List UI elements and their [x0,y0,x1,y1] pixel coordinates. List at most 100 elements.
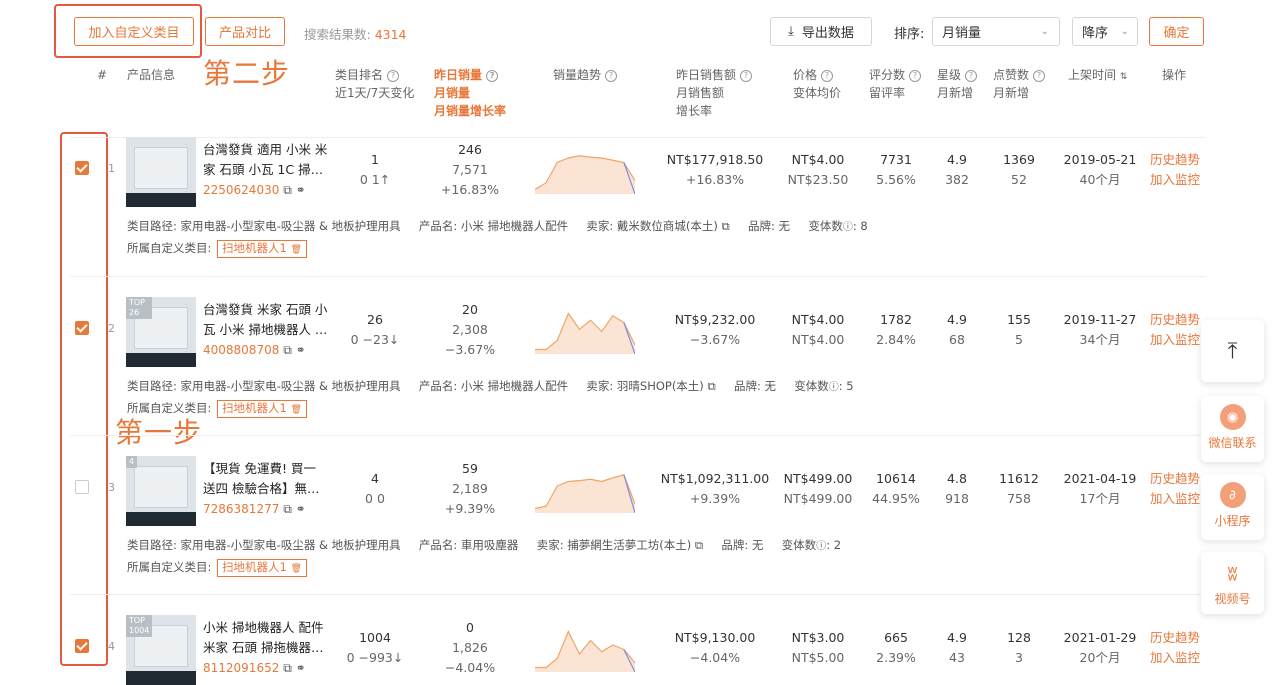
external-link-icon[interactable]: ⧉ [722,219,730,233]
sort-select[interactable]: 月销量 ⌄ [932,17,1060,46]
help-icon[interactable]: ⓘ [816,541,826,552]
col-listed[interactable]: 上架时间 ⇅ [1068,66,1127,86]
col-price: 价格? 变体均价 [793,68,842,100]
sales-cell: 20 2,308 −3.67% [444,302,496,357]
product-title[interactable]: 台灣發貨 適用 小米 米家 石頭 小瓦 1C 掃… [203,140,328,180]
category-rank: 26 0 −23↓ [350,312,400,347]
revenue-cell: NT$177,918.50 +16.83% [666,152,764,187]
listed-cell: 2019-11-27 34个月 [1063,312,1137,347]
product-id-link[interactable]: 4008808708 ⧉ ⚭ [203,343,306,358]
col-ops: 操作 [1162,68,1187,82]
revenue-cell: NT$1,092,311.00 +9.39% [660,471,770,506]
product-thumbnail[interactable] [126,137,196,207]
listed-cell: 2021-04-19 17个月 [1063,471,1137,506]
row-checkbox[interactable] [75,321,89,335]
sales-trend-sparkline[interactable] [535,144,635,194]
price-cell: NT$4.00 NT$4.00 [791,312,845,347]
help-icon[interactable]: ? [486,69,499,82]
add-monitor-link[interactable]: 加入监控 [1150,648,1200,668]
video-channel-button[interactable]: ʬ 视频号 [1201,552,1264,614]
help-icon[interactable]: ? [387,69,400,82]
revenue-cell: NT$9,232.00 −3.67% [674,312,756,347]
history-trend-link[interactable]: 历史趋势 [1150,628,1200,648]
help-icon[interactable]: ? [821,69,834,82]
custom-category-tag[interactable]: 扫地机器人1 🗑 [217,559,307,577]
product-title[interactable]: 【現貨 免運費! 買一送四 檢驗合格】無… [203,459,328,499]
product-thumbnail[interactable]: TOP 1004 [126,615,196,685]
ratings-cell: 7731 5.56% [876,152,916,187]
category-rank: 1004 0 −993↓ [346,630,404,665]
sales-cell: 246 7,571 +16.83% [440,142,500,197]
order-select[interactable]: 降序 ⌄ [1072,17,1138,46]
help-icon[interactable]: ⓘ [843,222,853,233]
help-icon[interactable]: ? [740,69,753,82]
product-details: 类目路径: 家用电器-小型家电-吸尘器 & 地板护理用具 产品名: 車用吸塵器 … [127,538,842,552]
link-icon[interactable]: ⚭ [296,661,306,675]
product-title[interactable]: 小米 掃地機器人 配件 米家 石頭 掃拖機器… [203,618,328,658]
sort-icon[interactable]: ⇅ [1120,72,1128,82]
product-thumbnail[interactable]: 4 [126,456,196,526]
sales-trend-sparkline[interactable] [535,622,635,672]
external-link-icon[interactable]: ⧉ [283,183,292,197]
sales-trend-sparkline[interactable] [535,463,635,513]
result-count: 4314 [374,27,407,42]
mini-program-button[interactable]: ∂ 小程序 [1201,474,1264,540]
custom-category-tag[interactable]: 扫地机器人1 🗑 [217,400,307,418]
ratings-cell: 665 2.39% [876,630,916,665]
external-link-icon[interactable]: ⧉ [707,379,715,393]
custom-category-row: 所属自定义类目: 扫地机器人1 🗑 [127,559,307,577]
likes-cell: 1369 52 [1003,152,1035,187]
help-icon[interactable]: ? [965,69,978,82]
product-thumbnail[interactable]: TOP 26 [126,297,196,367]
price-cell: NT$4.00 NT$23.50 [787,152,849,187]
row-number: 4 [108,640,115,653]
chevron-down-icon: ⌄ [1040,26,1049,37]
wechat-button[interactable]: ◉ 微信联系 [1201,396,1264,462]
col-cat-rank: 类目排名? 近1天/7天变化 [335,68,415,100]
col-likes: 点赞数? 月新增 [993,66,1046,102]
link-icon[interactable]: ⚭ [296,183,306,197]
history-trend-link[interactable]: 历史趋势 [1150,310,1200,330]
product-compare-button[interactable]: 产品对比 [205,17,285,46]
row-checkbox[interactable] [75,639,89,653]
history-trend-link[interactable]: 历史趋势 [1150,469,1200,489]
row-checkbox[interactable] [75,161,89,175]
external-link-icon[interactable]: ⧉ [283,343,292,357]
custom-category-tag[interactable]: 扫地机器人1 🗑 [217,240,307,258]
trash-icon[interactable]: 🗑 [291,405,302,415]
external-link-icon[interactable]: ⧉ [695,538,703,552]
external-link-icon[interactable]: ⧉ [283,502,292,516]
add-monitor-link[interactable]: 加入监控 [1150,489,1200,509]
add-monitor-link[interactable]: 加入监控 [1150,170,1200,190]
trash-icon[interactable]: 🗑 [291,564,302,574]
link-icon[interactable]: ⚭ [296,502,306,516]
sales-trend-sparkline[interactable] [535,304,635,354]
step2-highlight-box [54,4,202,58]
export-button[interactable]: ⤓ 导出数据 [770,17,872,46]
sort-label: 排序: [894,27,925,42]
col-sales[interactable]: 昨日销量? 月销量 月销量增长率 [434,66,506,120]
stars-cell: 4.9 68 [947,312,967,347]
trash-icon[interactable]: 🗑 [291,245,302,255]
price-cell: NT$3.00 NT$5.00 [791,630,845,665]
help-icon[interactable]: ? [605,69,618,82]
external-link-icon[interactable]: ⧉ [283,661,292,675]
link-icon[interactable]: ⚭ [296,343,306,357]
back-to-top-button[interactable]: ⤒ [1201,320,1264,382]
row-checkbox[interactable] [75,480,89,494]
product-title[interactable]: 台灣發貨 米家 石頭 小瓦 小米 掃地機器人 … [203,300,328,340]
history-trend-link[interactable]: 历史趋势 [1150,150,1200,170]
col-stars: 星级? 月新增 [937,66,978,102]
help-icon[interactable]: ? [1033,69,1046,82]
help-icon[interactable]: ? [909,69,922,82]
product-id-link[interactable]: 8112091652 ⧉ ⚭ [203,661,306,676]
sales-cell: 59 2,189 +9.39% [444,461,496,516]
step2-annotation: 第二步 [203,57,291,90]
rank-badge: TOP 26 [126,297,152,319]
add-monitor-link[interactable]: 加入监控 [1150,330,1200,350]
product-id-link[interactable]: 2250624030 ⧉ ⚭ [203,183,306,198]
product-id-link[interactable]: 7286381277 ⧉ ⚭ [203,502,306,517]
confirm-button[interactable]: 确定 [1149,17,1204,46]
likes-cell: 128 3 [1007,630,1031,665]
help-icon[interactable]: ⓘ [829,382,839,393]
